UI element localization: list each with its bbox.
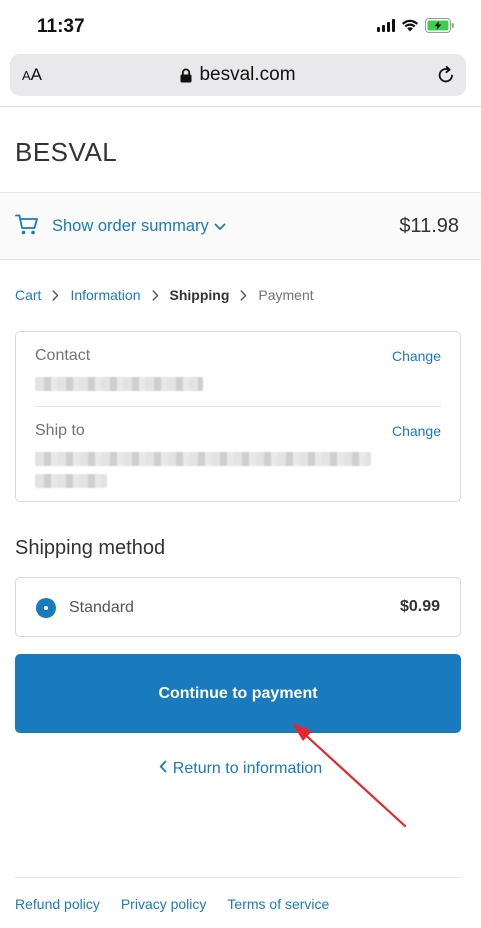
footer-divider	[15, 877, 461, 878]
footer-links: Refund policy Privacy policy Terms of se…	[15, 896, 329, 912]
terms-of-service-link[interactable]: Terms of service	[227, 896, 329, 912]
privacy-policy-link[interactable]: Privacy policy	[121, 896, 207, 912]
annotation-arrow-icon	[292, 723, 407, 828]
refund-policy-link[interactable]: Refund policy	[15, 896, 100, 912]
